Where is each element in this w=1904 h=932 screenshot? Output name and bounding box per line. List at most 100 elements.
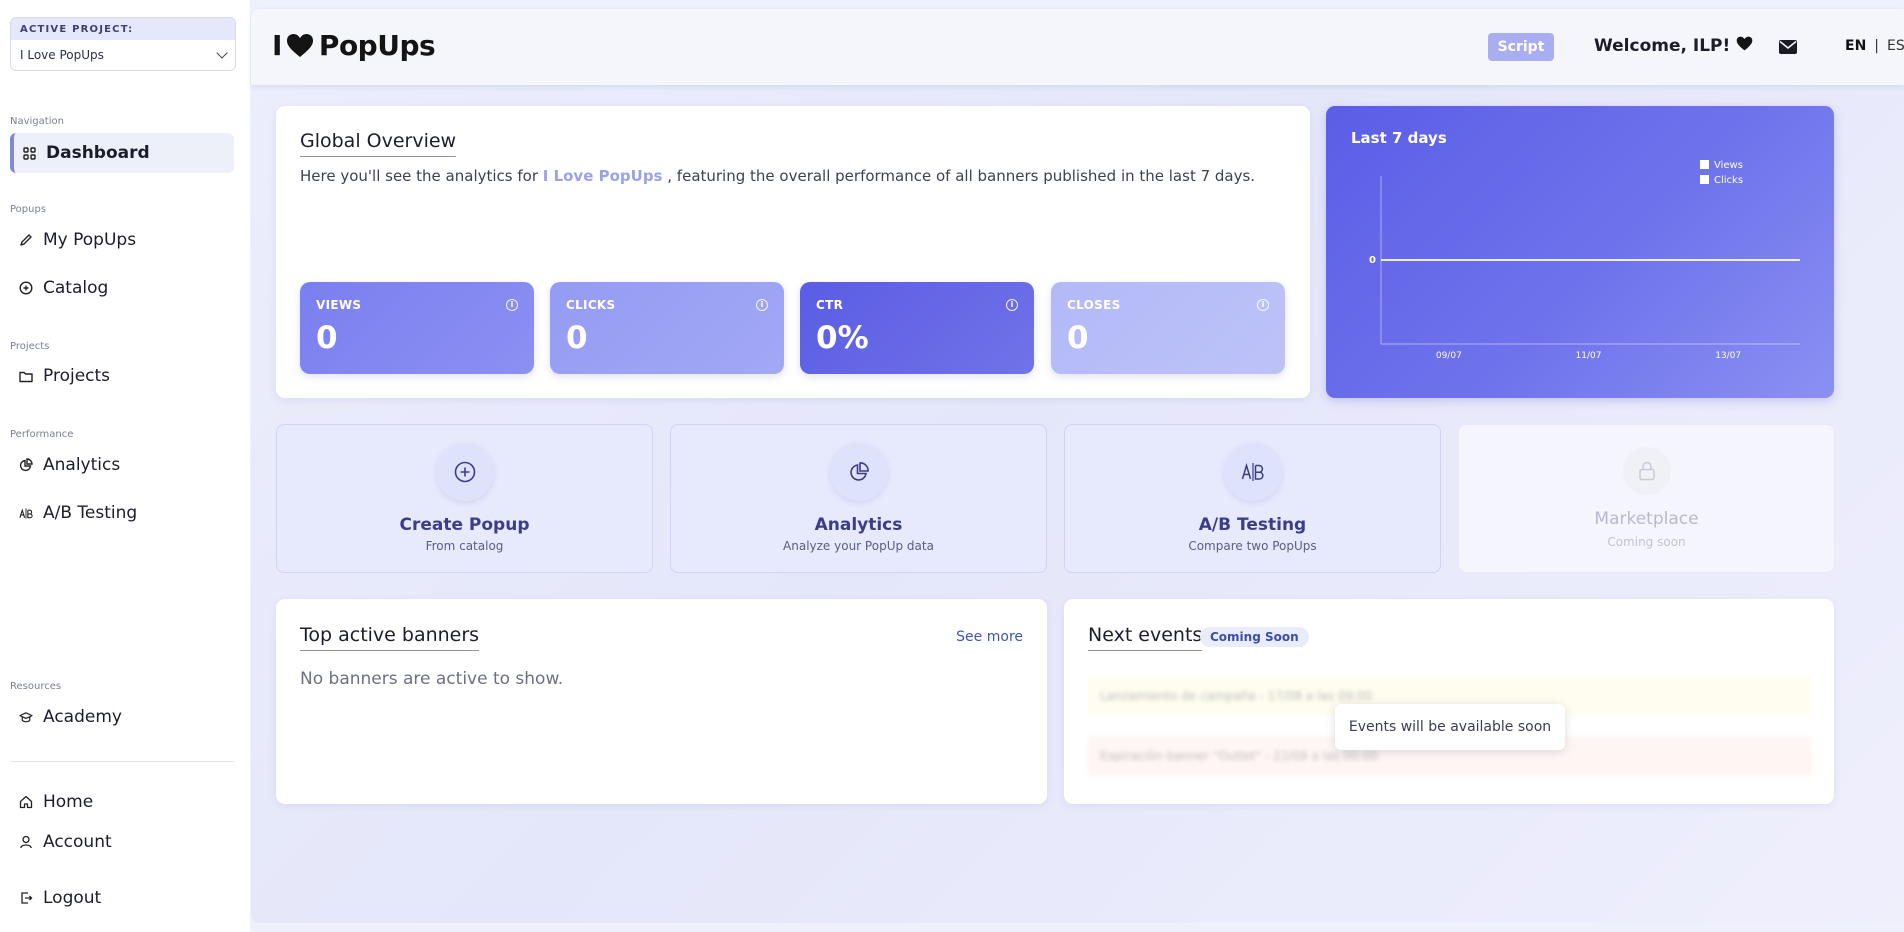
stat-card-clicks: CLICKS i 0 [550, 282, 784, 374]
sidebar-item-ab-testing[interactable]: A/B Testing [10, 493, 234, 533]
sidebar-item-academy[interactable]: Academy [10, 697, 234, 737]
global-overview-card: Global Overview Here you'll see the anal… [276, 106, 1310, 398]
legend-swatch [1700, 175, 1709, 184]
pie-chart-icon [19, 458, 33, 472]
language-switcher: EN | ES [1845, 38, 1904, 54]
pie-chart-icon [829, 443, 888, 501]
stat-value: 0 [1067, 320, 1089, 356]
description-text: Here you'll see the analytics for [300, 167, 543, 185]
stat-card-ctr: CTR i 0% [800, 282, 1034, 374]
sidebar-item-catalog[interactable]: Catalog [10, 268, 234, 308]
x-tick-label: 11/07 [1576, 351, 1602, 361]
stat-card-views: VIEWS i 0 [300, 282, 534, 374]
active-project-value: I Love PopUps [20, 48, 104, 62]
welcome-text: Welcome, ILP! [1594, 36, 1731, 56]
marketplace-tile: Marketplace Coming soon [1458, 424, 1835, 573]
lang-separator: | [1874, 38, 1879, 54]
tile-title: Marketplace [1594, 509, 1699, 529]
home-icon [19, 795, 33, 809]
sidebar-item-account[interactable]: Account [10, 822, 234, 862]
lang-en[interactable]: EN [1845, 38, 1866, 54]
legend-label: Views [1714, 160, 1743, 171]
info-icon[interactable]: i [756, 299, 768, 311]
mail-icon[interactable] [1779, 39, 1797, 58]
ab-icon [19, 506, 33, 520]
create-popup-tile[interactable]: Create Popup From catalog [276, 424, 653, 573]
section-label-popups: Popups [10, 204, 47, 215]
section-label-navigation: Navigation [10, 116, 64, 127]
tile-subtitle: Compare two PopUps [1188, 539, 1317, 553]
see-more-link[interactable]: See more [956, 629, 1023, 645]
sidebar-item-label: Dashboard [46, 143, 150, 163]
sidebar-item-logout[interactable]: Logout [10, 878, 234, 918]
events-tooltip: Events will be available soon [1335, 704, 1565, 750]
global-overview-title: Global Overview [300, 130, 457, 157]
sidebar-item-label: Account [43, 832, 112, 852]
folder-icon [19, 369, 33, 383]
sidebar-item-home[interactable]: Home [10, 782, 234, 822]
sidebar-item-label: Home [43, 792, 94, 812]
sidebar-item-label: Catalog [43, 278, 109, 298]
logout-icon [19, 891, 33, 905]
sidebar-item-label: Projects [43, 366, 111, 386]
next-events-title: Next events [1088, 624, 1203, 651]
project-name-link[interactable]: I Love PopUps [543, 167, 663, 185]
sidebar-item-label: Logout [43, 888, 102, 908]
y-tick-label: 0 [1369, 255, 1376, 266]
sidebar-item-my-popups[interactable]: My PopUps [10, 220, 234, 260]
tile-title: Analytics [814, 515, 903, 535]
ab-testing-tile[interactable]: A/B Testing Compare two PopUps [1064, 424, 1441, 573]
legend-swatch [1700, 160, 1709, 169]
heart-icon [1736, 36, 1753, 56]
sidebar-item-label: Academy [43, 707, 122, 727]
active-project-label: ACTIVE PROJECT: [11, 18, 235, 40]
main-content: I PopUps Script Welcome, ILP! EN | ES Gl… [251, 9, 1904, 923]
info-icon[interactable]: i [1257, 299, 1269, 311]
lock-icon [1622, 447, 1671, 495]
empty-banners-message: No banners are active to show. [300, 669, 564, 689]
last-7-days-chart-card: Last 7 days 0 09/07 11/07 13/07 Views Clicks [1326, 106, 1834, 398]
active-project-selector[interactable]: ACTIVE PROJECT: I Love PopUps [10, 17, 236, 71]
section-label-performance: Performance [10, 429, 74, 440]
stat-label: CLOSES [1067, 298, 1121, 312]
x-tick-label: 13/07 [1715, 351, 1741, 361]
x-tick-label: 09/07 [1436, 351, 1462, 361]
logo-text-left: I [272, 29, 282, 62]
lang-es[interactable]: ES [1887, 38, 1904, 54]
ab-icon [1223, 443, 1282, 501]
sidebar-item-analytics[interactable]: Analytics [10, 445, 234, 485]
analytics-tile[interactable]: Analytics Analyze your PopUp data [670, 424, 1047, 573]
stat-card-closes: CLOSES i 0 [1051, 282, 1285, 374]
stat-value: 0% [816, 320, 869, 356]
active-project-select[interactable]: I Love PopUps [11, 40, 235, 70]
info-icon[interactable]: i [1006, 299, 1018, 311]
next-events-card: Next events Coming Soon Lanzamiento de c… [1064, 599, 1834, 804]
stat-label: CLICKS [566, 298, 616, 312]
tile-subtitle: Analyze your PopUp data [783, 539, 934, 553]
section-label-projects: Projects [10, 341, 50, 352]
top-bar: I PopUps Script Welcome, ILP! EN | ES [251, 9, 1904, 85]
info-icon[interactable]: i [506, 299, 518, 311]
sidebar-item-projects[interactable]: Projects [10, 356, 234, 396]
brush-icon [19, 233, 33, 247]
user-icon [19, 835, 33, 849]
tile-title: Create Popup [399, 515, 530, 535]
stat-label: CTR [816, 298, 844, 312]
welcome-message: Welcome, ILP! [1594, 36, 1753, 56]
description-text: , featuring the overall performance of a… [662, 167, 1256, 185]
app-logo[interactable]: I PopUps [272, 29, 436, 62]
graduation-cap-icon [19, 710, 33, 724]
grid-icon [22, 146, 36, 160]
sidebar-item-label: Analytics [43, 455, 121, 475]
tile-title: A/B Testing [1198, 515, 1307, 535]
heart-icon [286, 33, 314, 58]
legend-label: Clicks [1714, 175, 1743, 186]
plus-circle-icon [435, 443, 494, 501]
top-active-banners-card: Top active banners See more No banners a… [276, 599, 1047, 804]
sidebar-item-dashboard[interactable]: Dashboard [10, 133, 234, 173]
script-button[interactable]: Script [1488, 33, 1554, 61]
stat-label: VIEWS [316, 298, 362, 312]
coming-soon-badge: Coming Soon [1200, 627, 1309, 647]
stat-value: 0 [566, 320, 588, 356]
logo-text-right: PopUps [318, 29, 436, 62]
